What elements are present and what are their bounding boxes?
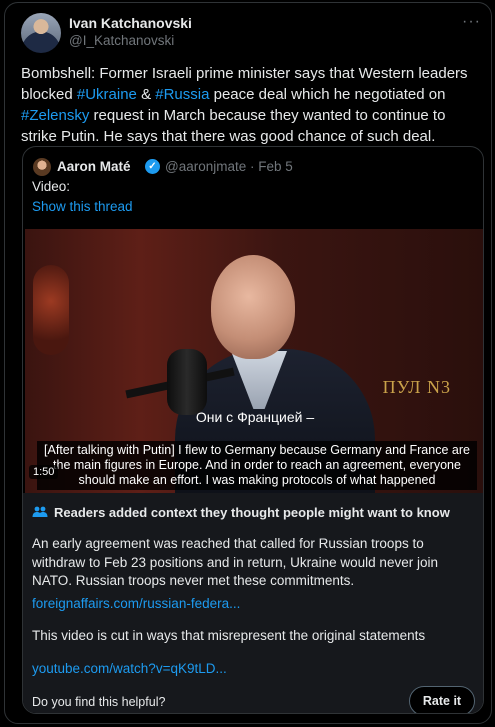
verified-badge-icon: ✓ [145, 159, 160, 174]
english-caption: [After talking with Putin] I flew to Ger… [37, 441, 477, 490]
tweet-header: Ivan Katchanovski @I_Katchanovski ··· [21, 13, 481, 53]
speaker-head [211, 255, 295, 359]
note-link-youtube[interactable]: youtube.com/watch?v=qK9tLD... [32, 661, 227, 676]
hashtag-zelensky[interactable]: #Zelensky [21, 107, 89, 124]
microphone [167, 349, 207, 415]
quoted-author-name[interactable]: Aaron Maté [57, 159, 131, 174]
people-icon [32, 506, 48, 517]
author-name[interactable]: Ivan Katchanovski [69, 15, 192, 31]
rate-it-button[interactable]: Rate it [409, 686, 475, 713]
background-lamp [33, 265, 69, 355]
video-player[interactable]: ПУЛ N3 Они с Францией – [After talking w… [25, 229, 483, 493]
video-watermark: ПУЛ N3 [382, 377, 451, 397]
quoted-author-avatar[interactable] [33, 158, 51, 176]
video-timestamp: 1:50 [29, 465, 59, 479]
community-notes-title: Readers added context they thought peopl… [54, 505, 450, 520]
note-link-foreignaffairs[interactable]: foreignaffairs.com/russian-federa... [32, 596, 240, 611]
hashtag-russia[interactable]: #Russia [155, 86, 209, 103]
author-handle[interactable]: @I_Katchanovski [69, 33, 174, 48]
quoted-author-handle[interactable]: @aaronjmate · Feb 5 [165, 159, 293, 174]
tweet-text-part: & [136, 86, 156, 103]
helpful-question: Do you find this helpful? [32, 695, 166, 709]
tweet-text-part: peace deal which he negotiated on [209, 86, 446, 103]
note-text-1: An early agreement was reached that call… [32, 536, 438, 588]
quoted-tweet[interactable]: Aaron Maté ✓ @aaronjmate · Feb 5 Video: … [22, 146, 484, 714]
community-notes: Readers added context they thought peopl… [23, 493, 483, 713]
more-options-icon[interactable]: ··· [462, 13, 481, 31]
show-thread-link[interactable]: Show this thread [32, 199, 133, 214]
community-notes-header: Readers added context they thought peopl… [32, 505, 450, 520]
author-avatar[interactable] [21, 13, 61, 53]
tweet-text: Bombshell: Former Israeli prime minister… [21, 63, 483, 147]
russian-subtitle: Они с Францией – [195, 409, 315, 425]
hashtag-ukraine[interactable]: #Ukraine [77, 86, 137, 103]
quoted-text: Video: [32, 179, 71, 194]
note-text-2: This video is cut in ways that misrepres… [32, 628, 426, 643]
